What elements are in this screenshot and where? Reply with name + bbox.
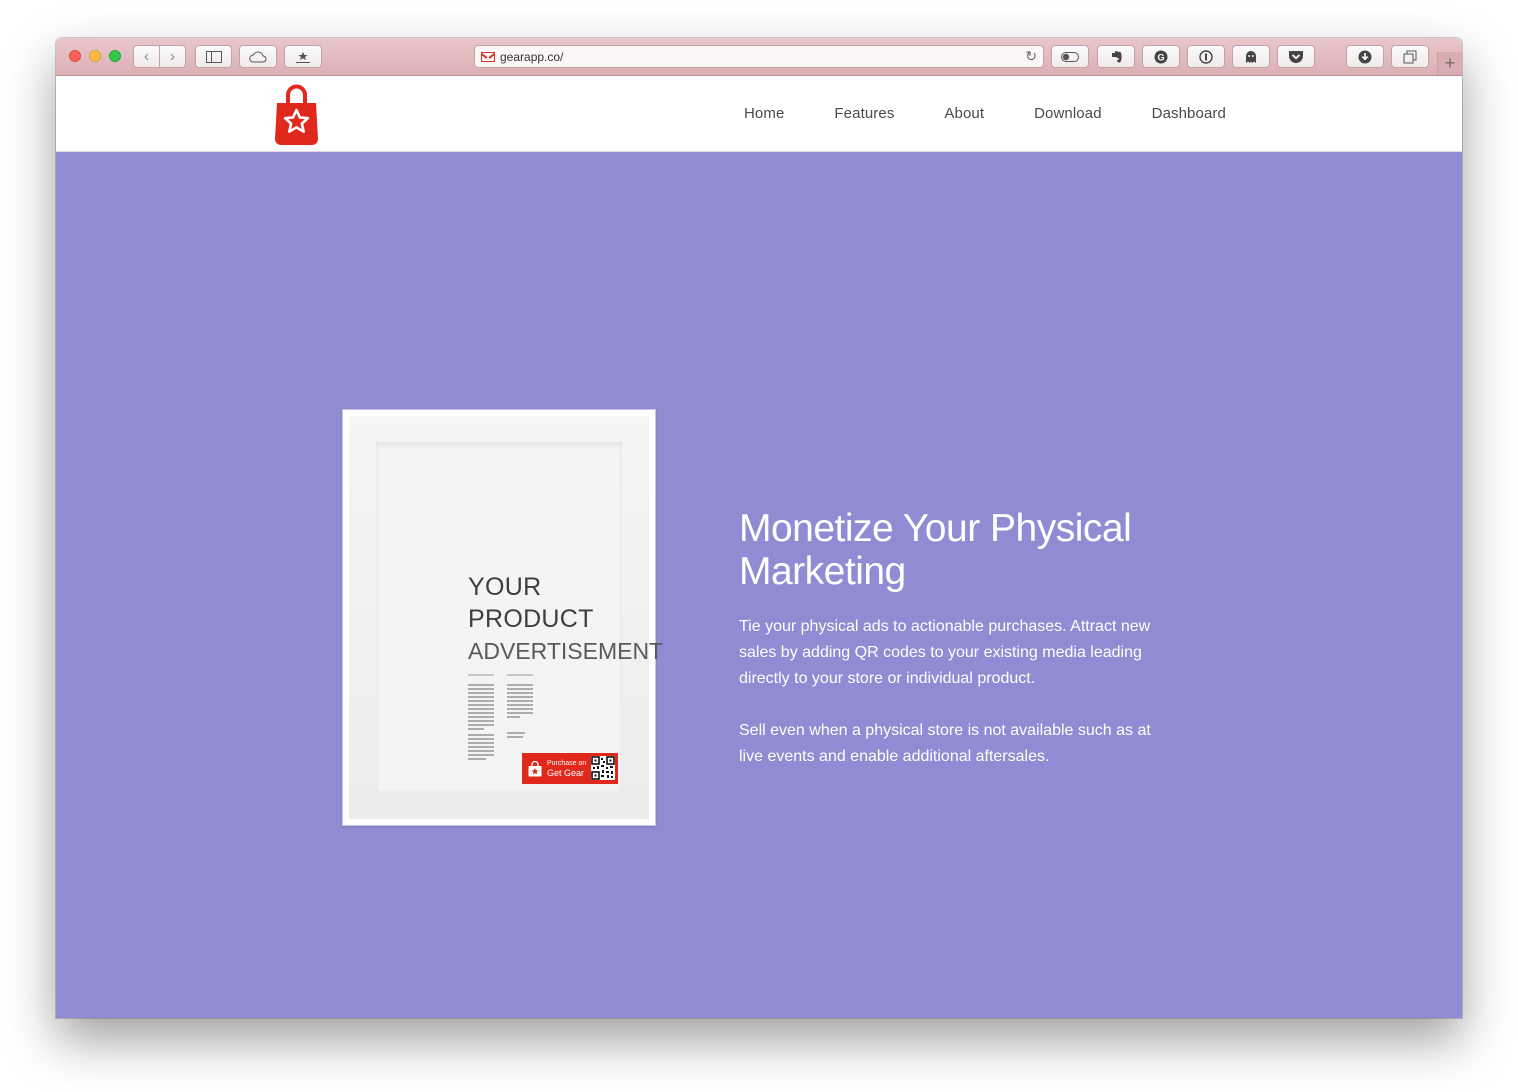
poster-line-3: ADVERTISEMENT (468, 638, 664, 664)
hero-title: Monetize Your Physical Marketing (739, 507, 1132, 593)
reload-icon[interactable]: ↻ (1025, 48, 1037, 65)
downloads-button[interactable] (1346, 45, 1384, 68)
back-button[interactable]: ‹ (134, 46, 159, 67)
hero-paragraph-2: Sell even when a physical store is not a… (739, 722, 1151, 765)
tab-overview-button[interactable] (1391, 45, 1429, 68)
zoom-window-button[interactable] (109, 50, 121, 62)
badge-text: Purchase on Get Gear (547, 759, 586, 778)
forward-button[interactable]: › (159, 46, 185, 67)
star-icon (296, 51, 310, 63)
1password-button[interactable] (1187, 45, 1225, 68)
browser-toolbar: ‹ › gearapp.co/ ↻ G + (56, 38, 1462, 76)
address-bar[interactable]: gearapp.co/ ↻ (474, 45, 1044, 68)
cloud-icon (249, 50, 267, 62)
elephant-icon (1112, 50, 1122, 62)
poster-line-2: PRODUCT (468, 605, 594, 633)
minimize-window-button[interactable] (89, 50, 101, 62)
badge-line-2: Get Gear (547, 768, 585, 778)
poster-line-1: YOUR (468, 573, 542, 601)
nav-about-link[interactable]: About (944, 105, 984, 123)
chevron-left-icon: ‹ (144, 48, 149, 65)
main-navigation: Home Features About Download Dashboard (744, 105, 1276, 123)
history-navigation: ‹ › (133, 45, 186, 68)
grammarly-button[interactable]: G (1142, 45, 1180, 68)
gmail-favicon-icon (481, 51, 495, 62)
purchase-on-gear-badge: Purchase on Get Gear (522, 753, 618, 784)
poster-frame-image: YOUR PRODUCT ADVERTISEMENT Purchase on G… (342, 409, 663, 826)
pocket-button[interactable] (1277, 45, 1315, 68)
sidebar-button[interactable] (195, 45, 232, 68)
url-text: gearapp.co/ (500, 49, 564, 64)
qr-code-icon (591, 756, 615, 780)
poster-sheet: YOUR PRODUCT ADVERTISEMENT Purchase on G… (376, 442, 663, 792)
nav-features-link[interactable]: Features (834, 105, 894, 123)
poster-body-text-column (468, 674, 494, 762)
close-window-button[interactable] (69, 50, 81, 62)
extension-toggle-button[interactable] (1051, 45, 1089, 68)
hero-section: YOUR PRODUCT ADVERTISEMENT Purchase on G… (56, 152, 1462, 1018)
icloud-tabs-button[interactable] (239, 45, 277, 68)
evernote-button[interactable] (1097, 45, 1135, 68)
ghostery-button[interactable] (1232, 45, 1270, 68)
nav-home-link[interactable]: Home (744, 105, 784, 123)
toggle-icon (1061, 51, 1079, 62)
chevron-right-icon: › (170, 48, 175, 65)
grammarly-icon: G (1154, 50, 1168, 63)
tabs-icon (1403, 50, 1417, 63)
shopping-bag-icon (528, 760, 542, 776)
poster-body-text-column (507, 674, 533, 740)
browser-window: ‹ › gearapp.co/ ↻ G + Home Features Abou… (56, 38, 1462, 1018)
nav-download-link[interactable]: Download (1034, 105, 1102, 123)
1password-icon (1199, 49, 1213, 64)
nav-dashboard-link[interactable]: Dashboard (1152, 105, 1226, 123)
poster-mat: YOUR PRODUCT ADVERTISEMENT Purchase on G… (349, 416, 663, 819)
gear-shopping-bag-logo[interactable] (273, 83, 320, 145)
site-header: Home Features About Download Dashboard (56, 76, 1462, 152)
download-icon (1358, 50, 1372, 63)
ghost-icon (1246, 50, 1256, 63)
badge-line-1: Purchase on (547, 760, 587, 767)
hero-paragraph-1: Tie your physical ads to actionable purc… (739, 618, 1151, 687)
pocket-icon (1289, 50, 1303, 63)
svg-text:G: G (1157, 52, 1164, 62)
new-tab-button[interactable]: + (1437, 52, 1462, 75)
poster-headline: YOUR PRODUCT ADVERTISEMENT (468, 571, 663, 667)
sidebar-icon (205, 50, 222, 63)
top-sites-button[interactable] (284, 45, 322, 68)
